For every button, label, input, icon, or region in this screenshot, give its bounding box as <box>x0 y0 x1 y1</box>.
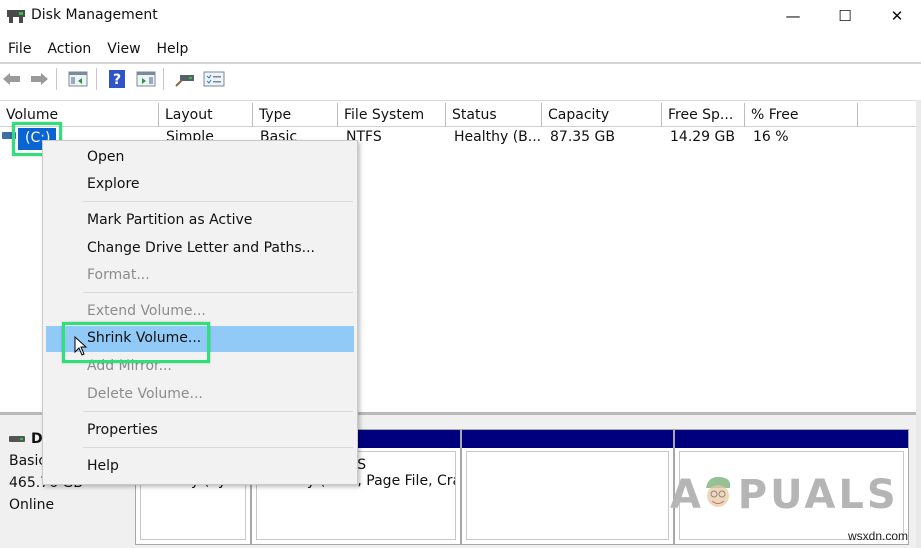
menu-bar: File Action View Help <box>0 38 921 62</box>
menu-item-delete-volume: Delete Volume... <box>87 386 203 402</box>
connect-drive-button[interactable] <box>174 69 196 89</box>
menu-item-properties[interactable]: Properties <box>46 418 354 444</box>
cell-percent-free: 16 % <box>753 129 789 145</box>
help-button[interactable]: ? <box>106 69 128 89</box>
mouse-cursor-icon <box>74 336 88 356</box>
volume-list-header: Volume Layout Type File System Status Ca… <box>0 103 916 127</box>
back-arrow-icon <box>3 73 20 85</box>
menu-separator <box>83 201 353 202</box>
toolbar: ? <box>0 64 921 94</box>
toolbar-separator <box>163 68 164 90</box>
disk-management-icon <box>7 10 25 23</box>
menu-action[interactable]: Action <box>39 38 99 62</box>
title-bar: Disk Management — ☐ ✕ <box>0 0 921 34</box>
column-file-system[interactable]: File System <box>338 103 446 127</box>
menu-item-help[interactable]: Help <box>46 454 354 480</box>
partition-header <box>675 430 908 448</box>
minimize-icon: — <box>785 7 801 25</box>
menu-item-format: Format... <box>87 267 150 283</box>
menu-item-mark-active[interactable]: Mark Partition as Active <box>46 208 354 234</box>
disk-icon <box>9 436 25 442</box>
menu-item-explore[interactable]: Explore <box>46 172 354 198</box>
partition-body <box>466 451 669 540</box>
forward-button[interactable] <box>28 69 50 89</box>
close-button[interactable]: ✕ <box>874 0 920 32</box>
site-watermark: wsxdn.com <box>848 529 909 543</box>
menu-item-open[interactable]: Open <box>46 145 354 171</box>
column-percent-free[interactable]: % Free <box>745 103 858 127</box>
menu-separator <box>83 411 353 412</box>
properties-list-icon <box>203 71 225 87</box>
menu-help[interactable]: Help <box>149 38 197 62</box>
column-capacity[interactable]: Capacity <box>542 103 662 127</box>
connect-drive-icon <box>175 75 194 87</box>
minimize-button[interactable]: — <box>770 0 816 32</box>
menu-separator <box>83 292 353 293</box>
column-layout[interactable]: Layout <box>159 103 253 127</box>
cell-status: Healthy (B... <box>454 129 542 145</box>
disk-status: Online <box>9 497 55 513</box>
vertical-scrollbar[interactable] <box>916 100 921 548</box>
column-status[interactable]: Status <box>446 103 542 127</box>
partition-header <box>462 430 673 448</box>
menu-separator <box>83 447 353 448</box>
watermark-mascot-icon <box>706 476 731 507</box>
column-free-space[interactable]: Free Sp... <box>662 103 745 127</box>
cell-free-space: 14.29 GB <box>670 129 735 145</box>
toolbar-separator <box>56 68 57 90</box>
maximize-button[interactable]: ☐ <box>822 0 868 32</box>
context-menu: Open Explore Mark Partition as Active Ch… <box>42 140 358 485</box>
column-type[interactable]: Type <box>253 103 338 127</box>
disk-name: D <box>31 431 43 447</box>
toolbar-separator <box>96 68 97 90</box>
properties-list-button[interactable] <box>203 69 225 89</box>
menu-file[interactable]: File <box>0 38 39 62</box>
show-hide-console-tree-button[interactable] <box>67 69 89 89</box>
svg-text:?: ? <box>113 72 121 88</box>
maximize-icon: ☐ <box>838 7 852 25</box>
window-title: Disk Management <box>31 7 158 23</box>
menu-view[interactable]: View <box>99 38 148 62</box>
help-icon: ? <box>109 70 125 88</box>
show-hide-action-pane-button[interactable] <box>135 69 157 89</box>
show-hide-console-tree-icon <box>68 71 88 87</box>
partition-3[interactable] <box>461 429 674 545</box>
close-icon: ✕ <box>890 7 904 25</box>
cell-capacity: 87.35 GB <box>550 129 615 145</box>
back-button[interactable] <box>1 69 23 89</box>
show-hide-action-pane-icon <box>136 71 156 87</box>
forward-arrow-icon <box>31 73 48 85</box>
menu-item-change-drive-letter[interactable]: Change Drive Letter and Paths... <box>46 236 354 262</box>
